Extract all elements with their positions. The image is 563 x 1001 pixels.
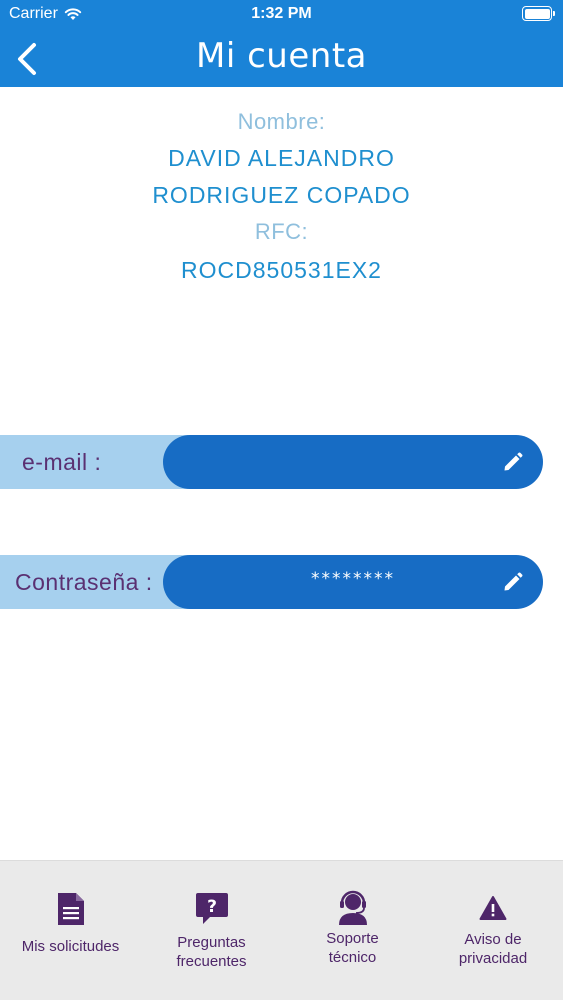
email-row: e-mail : xyxy=(0,435,563,489)
warning-icon xyxy=(479,896,507,920)
clock: 1:32 PM xyxy=(251,5,312,22)
tab-label-2: frecuentes xyxy=(176,953,247,970)
tab-aviso-privacidad[interactable]: Aviso de privacidad xyxy=(423,861,563,1001)
profile-info: Nombre: DAVID ALEJANDRO RODRIGUEZ COPADO… xyxy=(0,104,563,289)
tab-label-2: privacidad xyxy=(458,950,528,967)
status-bar: Carrier 1:32 PM xyxy=(0,0,563,30)
tab-bar: Mis solicitudes ? Preguntas frecuentes S… xyxy=(0,860,563,1000)
page-title: Mi cuenta xyxy=(196,36,367,76)
password-value: ******** xyxy=(311,569,395,589)
email-field[interactable] xyxy=(163,435,543,489)
pencil-icon[interactable] xyxy=(502,571,524,593)
tab-label-1: Preguntas xyxy=(177,934,246,951)
name-line-2: RODRIGUEZ COPADO xyxy=(152,182,411,208)
email-label: e-mail : xyxy=(22,449,102,475)
tab-label-2: técnico xyxy=(328,949,377,966)
battery-icon xyxy=(522,6,555,21)
tab-mis-solicitudes[interactable]: Mis solicitudes xyxy=(0,861,141,1001)
password-field[interactable]: ******** xyxy=(163,555,543,609)
question-bubble-icon: ? xyxy=(195,893,228,924)
name-line-1: DAVID ALEJANDRO xyxy=(168,145,395,171)
tab-label-1: Soporte xyxy=(326,930,379,947)
tab-soporte-tecnico[interactable]: Soporte técnico xyxy=(282,861,423,1001)
password-label: Contraseña : xyxy=(15,569,153,595)
tab-label-1: Aviso de xyxy=(464,931,522,948)
tab-preguntas-frecuentes[interactable]: ? Preguntas frecuentes xyxy=(141,861,282,1001)
svg-text:?: ? xyxy=(207,897,217,917)
pencil-icon[interactable] xyxy=(502,451,524,473)
document-icon xyxy=(57,893,84,925)
password-row: Contraseña : ******** xyxy=(0,555,563,609)
nav-bar: Mi cuenta xyxy=(0,30,563,87)
headset-icon xyxy=(338,890,367,925)
name-label: Nombre: xyxy=(237,109,326,134)
tab-label: Mis solicitudes xyxy=(21,938,120,955)
rfc-value: ROCD850531EX2 xyxy=(181,257,382,283)
rfc-label: RFC: xyxy=(254,219,309,244)
